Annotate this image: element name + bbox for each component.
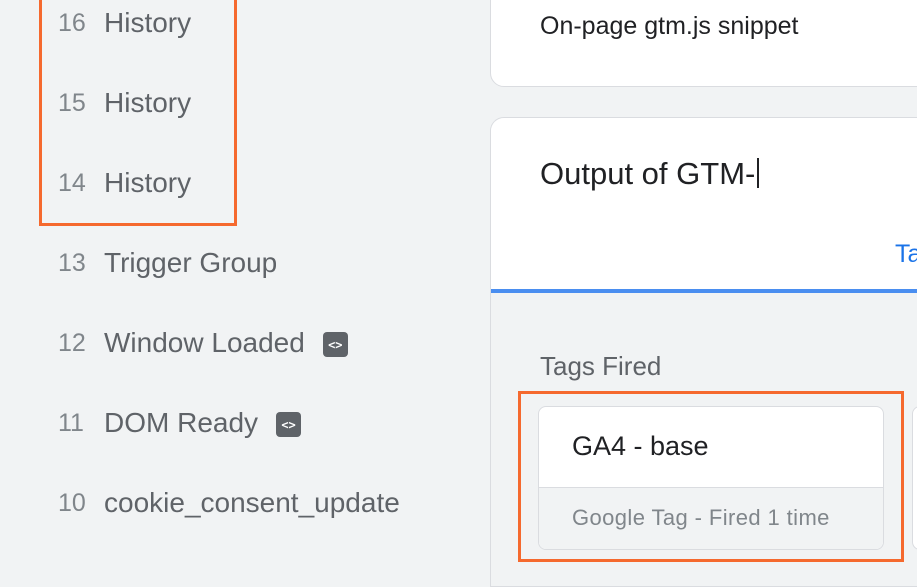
- event-label: cookie_consent_update: [104, 487, 400, 518]
- tab-tags[interactable]: Ta: [895, 240, 917, 269]
- tags-fired-heading: Tags Fired: [540, 351, 662, 381]
- output-title: Output of GTM-: [540, 156, 756, 191]
- event-number: 12: [58, 328, 86, 357]
- snippet-card: On-page gtm.js snippet: [490, 0, 917, 87]
- code-icon: <>: [322, 332, 348, 358]
- event-number: 13: [58, 248, 86, 277]
- event-label: Window Loaded: [104, 327, 305, 358]
- code-icon: <>: [276, 412, 302, 438]
- output-card-header: Output of GTM- Ta: [491, 118, 917, 293]
- event-label: Trigger Group: [104, 247, 278, 278]
- event-number: 11: [58, 408, 84, 437]
- tag-card-next[interactable]: [912, 406, 917, 550]
- event-sidebar: 16 History 15 History 14 History 13 Trig…: [0, 0, 490, 564]
- text-cursor: [757, 158, 760, 188]
- snippet-card-text: On-page gtm.js snippet: [540, 12, 799, 40]
- event-label-wrap: DOM Ready <>: [104, 407, 302, 439]
- tab-indicator: [491, 289, 917, 293]
- event-label-wrap: Window Loaded <>: [104, 327, 348, 359]
- event-number: 10: [58, 488, 86, 517]
- highlight-box-history: [39, 0, 237, 226]
- event-label: DOM Ready: [104, 407, 259, 438]
- output-title-wrap: Output of GTM-: [540, 156, 760, 192]
- highlight-box-tag: [518, 391, 904, 562]
